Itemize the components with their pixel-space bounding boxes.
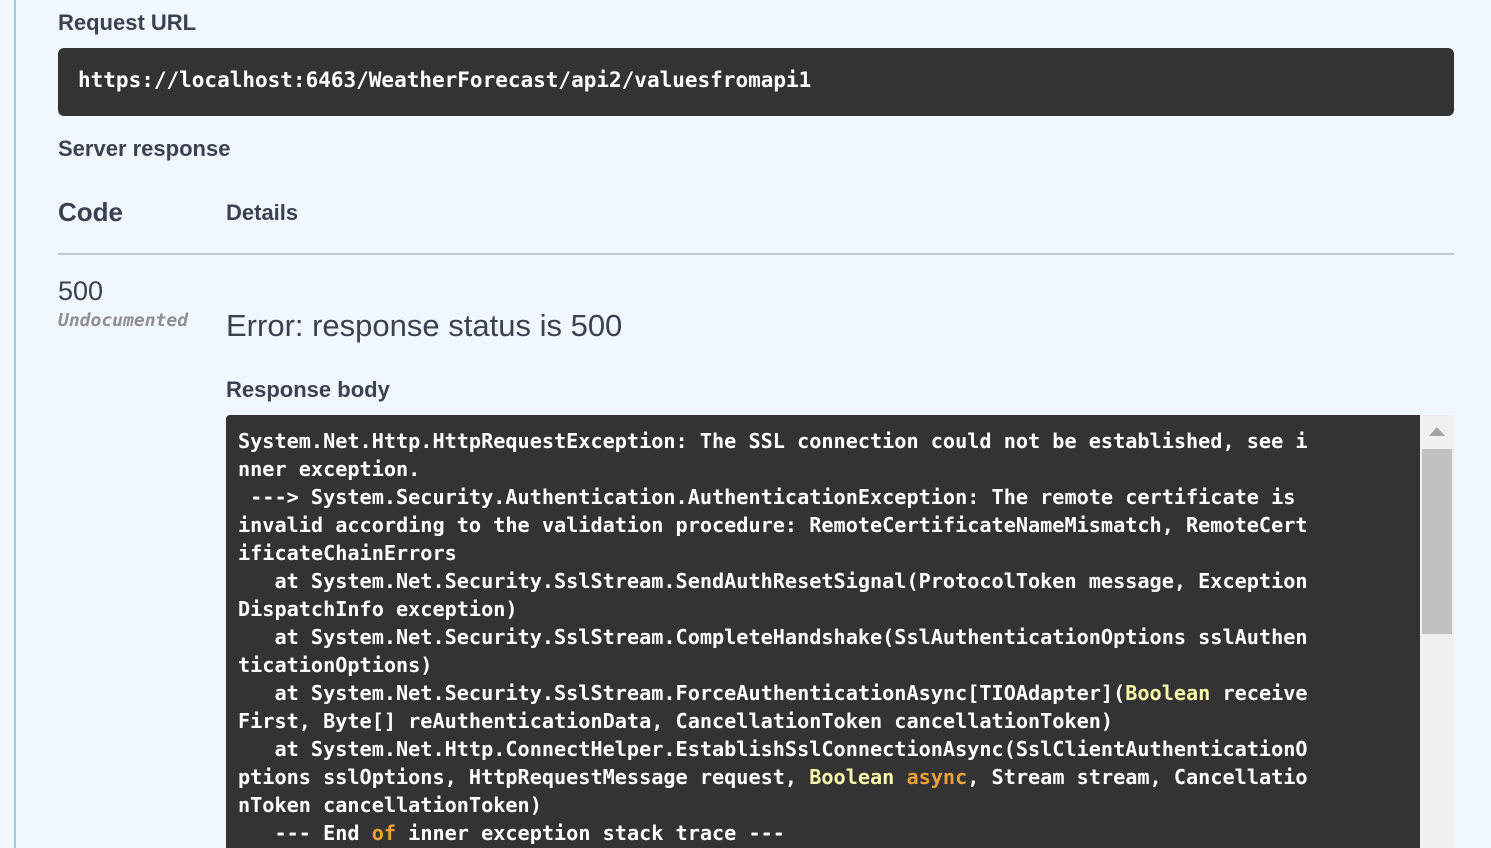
response-body-line: System.Net.Http.HttpRequestException: Th… xyxy=(238,429,1308,453)
response-panel: Request URL https://localhost:6463/Weath… xyxy=(0,0,1491,848)
syntax-keyword: of xyxy=(371,821,397,845)
table-header-divider xyxy=(58,253,1454,255)
syntax-keyword: Boolean xyxy=(809,765,895,789)
response-status-note: Undocumented xyxy=(58,310,189,331)
server-response-label: Server response xyxy=(58,136,231,161)
response-body-line: ificateChainErrors xyxy=(238,541,457,565)
response-body-line: at System.Net.Http.ConnectHelper.Establi… xyxy=(238,737,1308,761)
response-body-line: nner exception. xyxy=(238,457,421,481)
response-body-line: at System.Net.Security.SslStream.ForceAu… xyxy=(238,681,1308,705)
syntax-keyword: Boolean xyxy=(1125,681,1211,705)
response-body-line: ---> System.Security.Authentication.Auth… xyxy=(238,485,1296,509)
response-body-line: nToken cancellationToken) xyxy=(238,793,542,817)
response-body-box[interactable]: System.Net.Http.HttpRequestException: Th… xyxy=(226,415,1420,848)
response-body-line: --- End of inner exception stack trace -… xyxy=(238,821,785,845)
column-header-code: Code xyxy=(58,197,123,227)
response-body-line: ptions sslOptions, HttpRequestMessage re… xyxy=(238,765,1308,789)
response-body-line: invalid according to the validation proc… xyxy=(238,513,1308,537)
panel-left-border xyxy=(14,0,16,848)
syntax-keyword: async xyxy=(906,765,968,789)
response-body-text[interactable]: System.Net.Http.HttpRequestException: Th… xyxy=(238,427,1402,847)
response-status-code: 500 xyxy=(58,276,104,306)
response-body-line: First, Byte[] reAuthenticationData, Canc… xyxy=(238,709,1114,733)
response-body-label: Response body xyxy=(226,377,390,402)
response-body-line: DispatchInfo exception) xyxy=(238,597,518,621)
scrollbar-thumb[interactable] xyxy=(1422,449,1452,634)
response-body-line: ticationOptions) xyxy=(238,653,433,677)
request-url-box[interactable]: https://localhost:6463/WeatherForecast/a… xyxy=(58,48,1454,116)
scroll-up-arrow-icon[interactable] xyxy=(1429,427,1445,436)
request-url-value[interactable]: https://localhost:6463/WeatherForecast/a… xyxy=(78,68,1434,92)
response-body-scrollbar[interactable] xyxy=(1420,415,1454,848)
response-error-title: Error: response status is 500 xyxy=(226,308,623,343)
request-url-label: Request URL xyxy=(58,10,197,35)
column-header-details: Details xyxy=(226,200,299,225)
response-body-line: at System.Net.Security.SslStream.Complet… xyxy=(238,625,1308,649)
response-body-line: at System.Net.Security.SslStream.SendAut… xyxy=(238,569,1308,593)
